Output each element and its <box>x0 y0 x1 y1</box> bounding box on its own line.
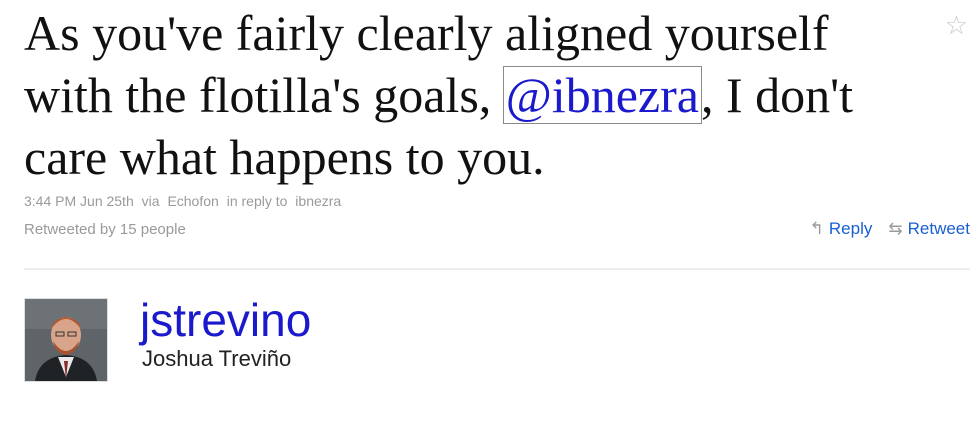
tweet-meta: 3:44 PM Jun 25th via Echofon in reply to… <box>24 193 345 209</box>
avatar[interactable] <box>24 298 108 382</box>
tweet-timestamp[interactable]: 3:44 PM Jun 25th <box>24 193 134 209</box>
author-full-name: Joshua Treviño <box>142 346 292 371</box>
client-link[interactable]: Echofon <box>167 193 218 209</box>
via-label: via <box>141 193 160 209</box>
star-icon[interactable]: ☆ <box>945 12 968 38</box>
tweet-actions: ↰ Reply ⇆ Retweet <box>810 219 970 239</box>
mention-link[interactable]: @ibnezra <box>502 66 702 124</box>
retweet-icon: ⇆ <box>888 219 903 238</box>
retweeted-by-count[interactable]: Retweeted by 15 people <box>24 221 186 238</box>
reply-arrow-icon: ↰ <box>809 219 824 238</box>
retweet-button[interactable]: ⇆ Retweet <box>888 219 970 239</box>
tweet-text: As you've fairly clearly aligned yoursel… <box>24 2 924 188</box>
reply-to-user-link[interactable]: ibnezra <box>295 193 341 209</box>
reply-context-label: in reply to <box>226 193 288 209</box>
author-username-link[interactable]: jstrevino <box>140 292 311 348</box>
divider <box>24 268 970 270</box>
avatar-portrait <box>25 299 107 381</box>
retweet-label: Retweet <box>907 219 970 238</box>
reply-label: Reply <box>828 219 873 238</box>
reply-button[interactable]: ↰ Reply <box>810 219 873 239</box>
